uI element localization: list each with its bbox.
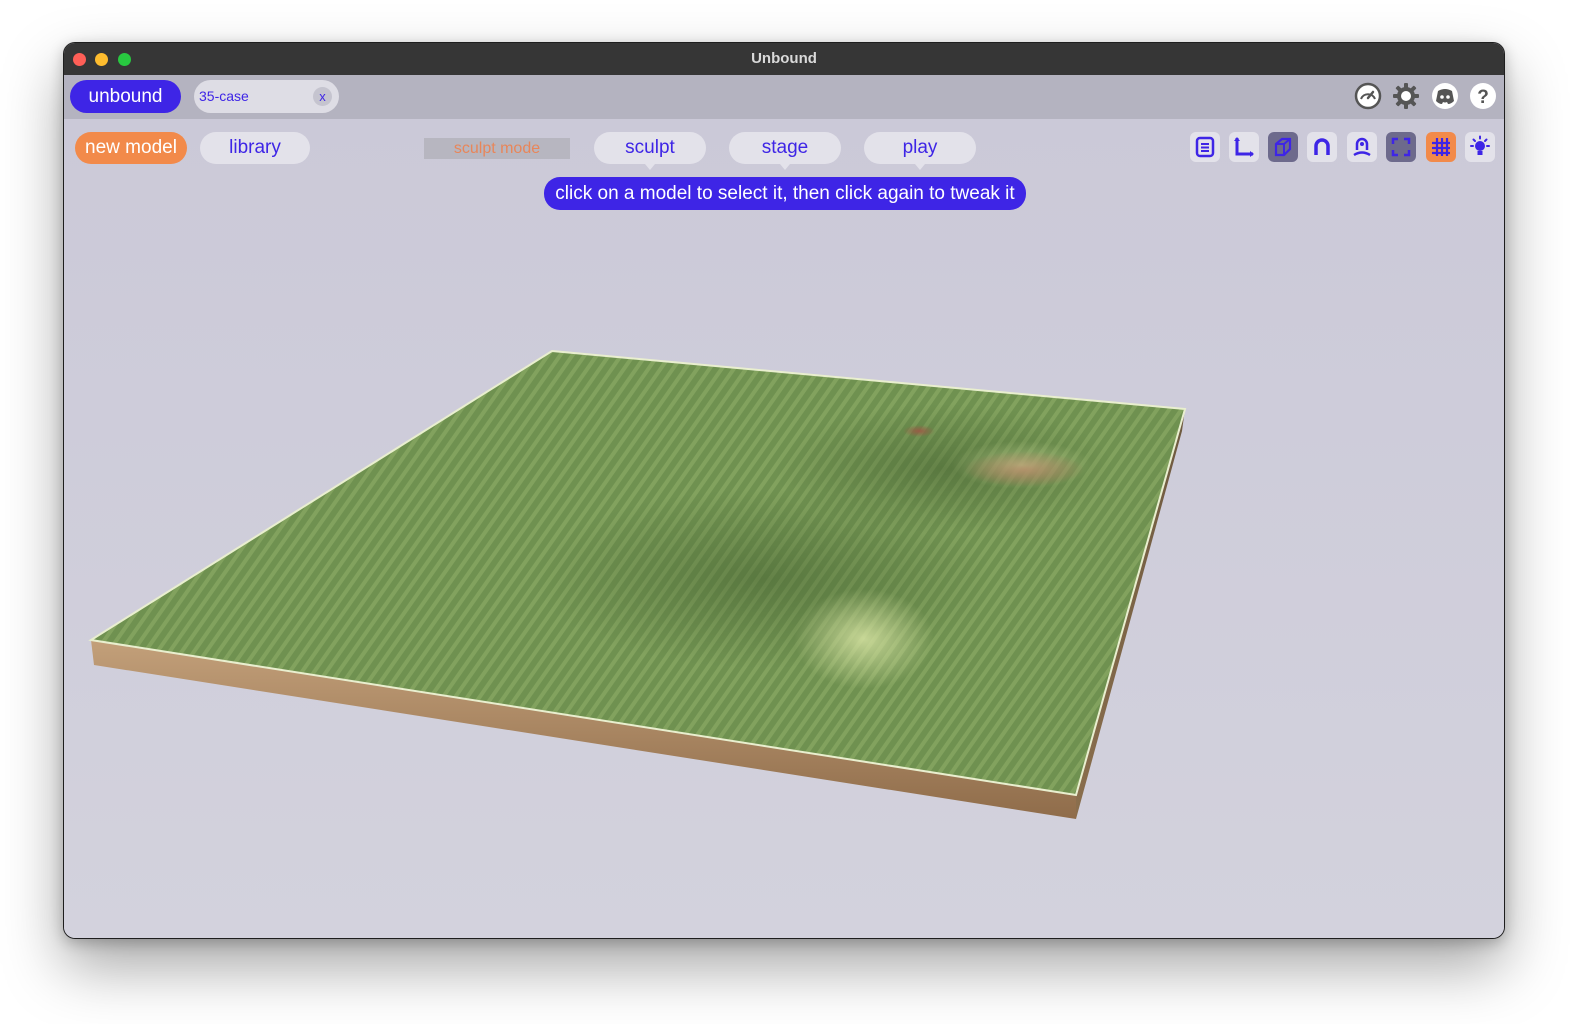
axes-icon[interactable] [1229, 132, 1259, 162]
speedometer-icon[interactable] [1353, 81, 1383, 111]
top-bar: unbound 35-case x ? [64, 75, 1504, 119]
tab-stage[interactable]: stage [729, 132, 841, 170]
gear-icon[interactable] [1391, 81, 1421, 111]
document-tab-name: 35-case [199, 88, 249, 104]
list-icon[interactable] [1190, 132, 1220, 162]
tab-sculpt[interactable]: sculpt [594, 132, 706, 170]
terrain-model[interactable] [64, 119, 1505, 939]
frame-icon[interactable] [1386, 132, 1416, 162]
document-tab[interactable]: 35-case x [194, 80, 339, 113]
magnet-icon[interactable] [1307, 132, 1337, 162]
new-model-button[interactable]: new model [75, 132, 187, 164]
app-window: Unbound unbound 35-case x ? new model li… [63, 42, 1505, 939]
document-tab-close-button[interactable]: x [313, 87, 332, 106]
hint-tooltip: click on a model to select it, then clic… [544, 177, 1026, 210]
library-button[interactable]: library [200, 132, 310, 164]
tab-play[interactable]: play [864, 132, 976, 170]
help-icon[interactable]: ? [1468, 81, 1498, 111]
cube-icon[interactable] [1268, 132, 1298, 162]
window-title: Unbound [751, 50, 817, 67]
grid-icon[interactable] [1426, 132, 1456, 162]
discord-icon[interactable] [1430, 81, 1460, 111]
mode-label: sculpt mode [424, 138, 570, 159]
3d-viewport[interactable]: new model library sculpt mode sculpt sta… [64, 119, 1505, 939]
person-magnet-icon[interactable] [1347, 132, 1377, 162]
light-icon[interactable] [1465, 132, 1495, 162]
title-bar: Unbound [64, 43, 1504, 75]
brand-button[interactable]: unbound [70, 80, 181, 113]
svg-text:?: ? [1477, 87, 1489, 108]
